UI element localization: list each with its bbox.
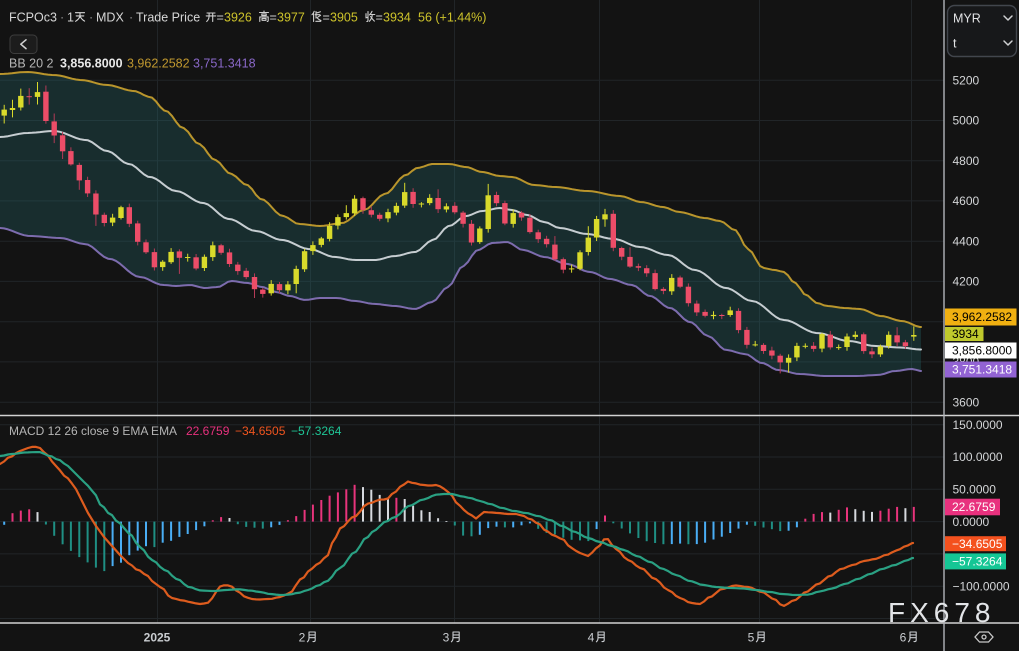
svg-text:MACD 12 26 close 9 EMA EMA: MACD 12 26 close 9 EMA EMA — [9, 424, 177, 438]
svg-text:·: · — [129, 11, 133, 25]
svg-text:=: = — [323, 11, 330, 25]
svg-text:=: = — [376, 11, 383, 25]
svg-text:=: = — [217, 11, 224, 25]
svg-text:5200: 5200 — [953, 73, 980, 87]
svg-text:t: t — [953, 37, 957, 51]
svg-text:3,962.2582: 3,962.2582 — [952, 310, 1012, 324]
svg-text:−57.3264: −57.3264 — [952, 555, 1003, 569]
svg-text:3977: 3977 — [277, 11, 305, 25]
svg-text:5000: 5000 — [953, 114, 980, 128]
svg-text:3934: 3934 — [952, 327, 979, 341]
svg-text:−100.0000: −100.0000 — [953, 579, 1010, 593]
svg-text:4600: 4600 — [953, 194, 980, 208]
svg-text:2: 2 — [299, 631, 306, 645]
svg-text:MDX: MDX — [96, 11, 124, 25]
svg-text:3: 3 — [443, 631, 450, 645]
svg-text:3934: 3934 — [383, 11, 411, 25]
svg-text:FX678: FX678 — [888, 597, 996, 628]
svg-text:100.0000: 100.0000 — [953, 450, 1003, 464]
svg-text:50.0000: 50.0000 — [953, 483, 997, 497]
svg-text:4800: 4800 — [953, 154, 980, 168]
svg-text:150.0000: 150.0000 — [953, 418, 1003, 432]
svg-text:Trade Price: Trade Price — [136, 11, 200, 25]
svg-text:6: 6 — [900, 631, 907, 645]
svg-text:FCPOc3: FCPOc3 — [9, 11, 57, 25]
svg-text:MYR: MYR — [953, 12, 981, 26]
svg-text:22.6759: 22.6759 — [952, 500, 996, 514]
svg-text:3905: 3905 — [330, 11, 358, 25]
svg-text:3926: 3926 — [224, 11, 252, 25]
svg-text:−34.6505: −34.6505 — [952, 537, 1003, 551]
svg-text:·: · — [60, 11, 64, 25]
svg-text:4400: 4400 — [953, 234, 980, 248]
svg-text:3,751.3418: 3,751.3418 — [193, 57, 256, 71]
svg-text:3,856.8000: 3,856.8000 — [952, 344, 1012, 358]
svg-text:·: · — [89, 11, 93, 25]
svg-text:2025: 2025 — [144, 631, 171, 645]
svg-text:4200: 4200 — [953, 275, 980, 289]
svg-text:1: 1 — [67, 11, 74, 25]
svg-text:4: 4 — [588, 631, 595, 645]
svg-text:−34.6505: −34.6505 — [235, 424, 286, 438]
svg-text:3,856.8000: 3,856.8000 — [60, 57, 123, 71]
svg-text:=: = — [270, 11, 277, 25]
svg-text:3,962.2582: 3,962.2582 — [127, 57, 190, 71]
svg-text:3600: 3600 — [953, 395, 980, 409]
svg-text:5: 5 — [748, 631, 755, 645]
svg-text:3,751.3418: 3,751.3418 — [952, 363, 1012, 377]
svg-text:56 (+1.44%): 56 (+1.44%) — [418, 11, 486, 25]
svg-text:BB 20 2: BB 20 2 — [9, 57, 54, 71]
svg-text:0.0000: 0.0000 — [953, 515, 990, 529]
svg-text:−57.3264: −57.3264 — [291, 424, 342, 438]
svg-text:22.6759: 22.6759 — [186, 424, 230, 438]
